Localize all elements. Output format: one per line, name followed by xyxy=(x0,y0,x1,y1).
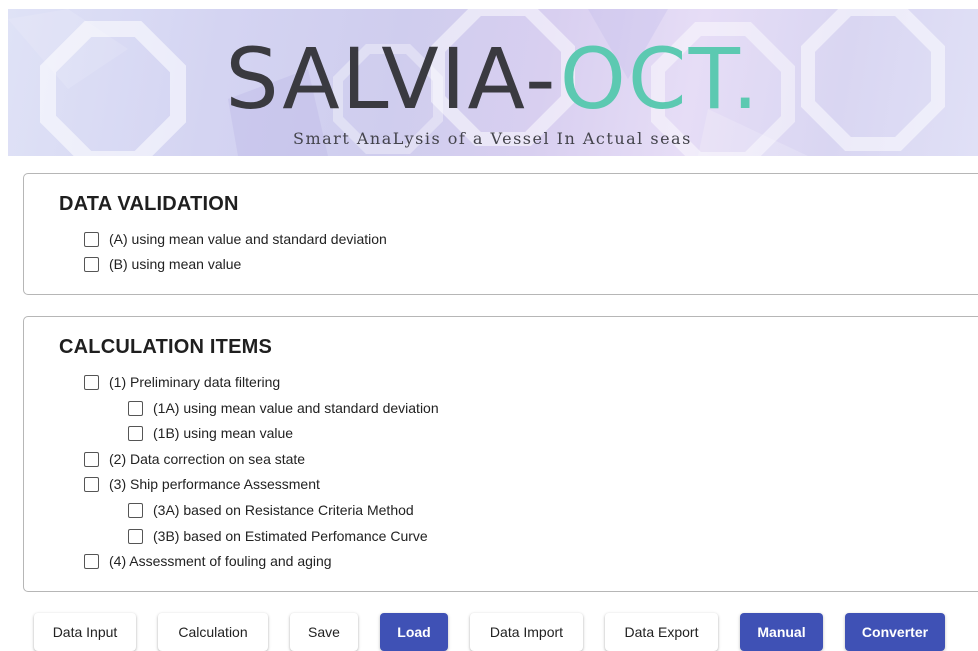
data-validation-panel: DATA VALIDATION (A) using mean value and… xyxy=(23,173,978,295)
checkbox[interactable] xyxy=(84,476,99,492)
validation-option-b-label: (B) using mean value xyxy=(109,256,242,272)
calc-item-2-label: (2) Data correction on sea state xyxy=(109,451,306,467)
checkbox[interactable] xyxy=(84,374,99,390)
calc-item-4-label: (4) Assessment of fouling and aging xyxy=(109,553,332,569)
header-banner: SALVIA-OCT. Smart AnaLysis of a Vessel I… xyxy=(8,9,978,156)
load-button[interactable]: Load xyxy=(380,613,448,651)
logo-subtitle: Smart AnaLysis of a Vessel In Actual sea… xyxy=(293,129,692,148)
logo-title-main: SALVIA xyxy=(225,30,526,128)
calculation-items-title: CALCULATION ITEMS xyxy=(59,336,273,358)
data-import-button[interactable]: Data Import xyxy=(470,613,583,651)
validation-option-a[interactable]: (A) using mean value and standard deviat… xyxy=(84,229,387,249)
calc-item-3a-label: (3A) based on Resistance Criteria Method xyxy=(153,502,414,518)
checkbox[interactable] xyxy=(84,451,99,467)
validation-option-b[interactable]: (B) using mean value xyxy=(84,254,241,274)
calc-item-3-label: (3) Ship performance Assessment xyxy=(109,476,320,492)
calc-item-1a[interactable]: (1A) using mean value and standard devia… xyxy=(128,398,439,418)
checkbox[interactable] xyxy=(128,528,143,544)
calc-item-1-label: (1) Preliminary data filtering xyxy=(109,374,281,390)
calc-item-3b-label: (3B) based on Estimated Perfomance Curve xyxy=(153,528,428,544)
checkbox[interactable] xyxy=(128,400,143,416)
logo-title-separator: - xyxy=(525,30,560,128)
checkbox[interactable] xyxy=(128,425,143,441)
calc-item-1[interactable]: (1) Preliminary data filtering xyxy=(84,372,280,392)
converter-button[interactable]: Converter xyxy=(845,613,945,651)
data-validation-title: DATA VALIDATION xyxy=(59,193,239,215)
checkbox[interactable] xyxy=(128,502,143,518)
calc-item-2[interactable]: (2) Data correction on sea state xyxy=(84,449,305,469)
calculation-items-panel: CALCULATION ITEMS (1) Preliminary data f… xyxy=(23,316,978,592)
data-input-button[interactable]: Data Input xyxy=(34,613,136,651)
calc-item-3b[interactable]: (3B) based on Estimated Perfomance Curve xyxy=(128,526,428,546)
calc-item-3[interactable]: (3) Ship performance Assessment xyxy=(84,474,320,494)
calculation-button[interactable]: Calculation xyxy=(158,613,268,651)
calc-item-4[interactable]: (4) Assessment of fouling and aging xyxy=(84,551,332,571)
checkbox[interactable] xyxy=(84,231,99,247)
save-button[interactable]: Save xyxy=(290,613,358,651)
checkbox[interactable] xyxy=(84,256,99,272)
logo-title-accent: OCT. xyxy=(559,30,761,128)
calc-item-1a-label: (1A) using mean value and standard devia… xyxy=(153,400,439,416)
validation-option-a-label: (A) using mean value and standard deviat… xyxy=(109,231,387,247)
data-export-button[interactable]: Data Export xyxy=(605,613,718,651)
calc-item-1b[interactable]: (1B) using mean value xyxy=(128,423,293,443)
calc-item-1b-label: (1B) using mean value xyxy=(153,425,294,441)
calc-item-3a[interactable]: (3A) based on Resistance Criteria Method xyxy=(128,500,414,520)
checkbox[interactable] xyxy=(84,553,99,569)
app-logo-title: SALVIA-OCT. xyxy=(8,37,978,121)
manual-button[interactable]: Manual xyxy=(740,613,823,651)
